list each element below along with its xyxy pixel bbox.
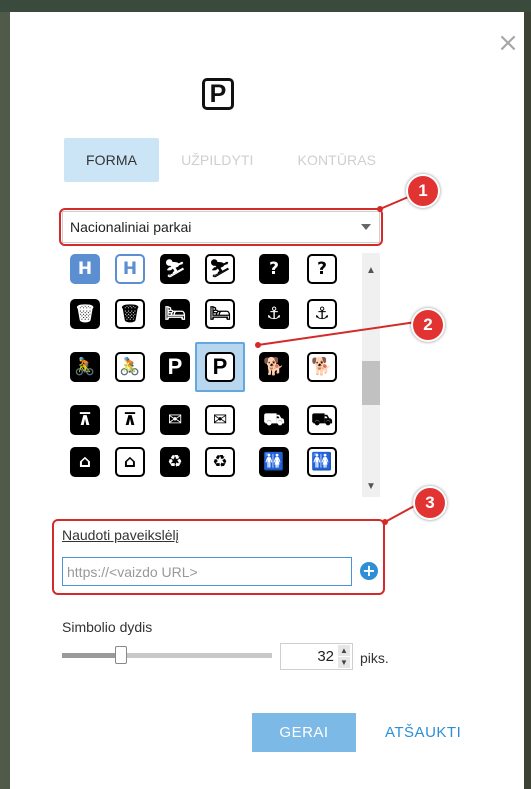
icon-option[interactable]: ✉ xyxy=(159,404,191,436)
slider-thumb[interactable] xyxy=(114,646,127,664)
icon-option[interactable]: ⛷ xyxy=(204,253,236,285)
recycling-truck-icon: ⛟ xyxy=(259,405,289,435)
post-office-icon: ✉ xyxy=(160,405,190,435)
ranger-station-outline-icon: ⌂ xyxy=(115,447,145,477)
pets-icon: 🐕 xyxy=(259,352,289,382)
bicycle-trail-icon: 🚴 xyxy=(70,352,100,382)
recycling-icon: ♻ xyxy=(160,447,190,477)
symbol-size-value: 32 xyxy=(317,648,334,665)
anchor-icon: ⚓ xyxy=(259,299,289,329)
callout-badge-3: 3 xyxy=(413,486,447,520)
icon-option[interactable]: ♻ xyxy=(159,446,191,478)
icon-option[interactable]: ⛟ xyxy=(258,404,290,436)
spin-up-icon[interactable]: ▲ xyxy=(338,645,350,656)
icon-option[interactable]: 🗑 xyxy=(114,298,146,330)
icon-option[interactable]: ⛷ xyxy=(159,253,191,285)
icon-option[interactable]: ? xyxy=(258,253,290,285)
icon-option[interactable]: ? xyxy=(306,253,338,285)
icon-option[interactable]: ⛟ xyxy=(306,404,338,436)
hospital-icon: H xyxy=(70,254,100,284)
pets-outline-icon: 🐕 xyxy=(307,352,337,382)
icon-option[interactable]: 🐕 xyxy=(258,351,290,383)
information-icon: ? xyxy=(259,254,289,284)
information-outline-icon: ? xyxy=(307,254,337,284)
icon-option[interactable]: H xyxy=(69,253,101,285)
picnic-table-icon: ⊼ xyxy=(70,405,100,435)
callout-box-use-image xyxy=(52,519,385,595)
scroll-down-icon[interactable]: ▼ xyxy=(362,479,380,495)
size-unit-label: piks. xyxy=(360,650,389,666)
icon-option[interactable]: P xyxy=(195,342,245,392)
icon-option[interactable]: 🛏 xyxy=(204,298,236,330)
slider-fill xyxy=(62,653,121,658)
ranger-station-icon: ⌂ xyxy=(70,447,100,477)
callout-badge-1: 1 xyxy=(406,174,440,208)
icon-option[interactable]: ⚓ xyxy=(306,298,338,330)
trash-can-icon: 🗑 xyxy=(70,299,100,329)
icon-option[interactable]: H xyxy=(114,253,146,285)
icon-option[interactable]: 🐕 xyxy=(306,351,338,383)
icon-option[interactable]: 🚴 xyxy=(69,351,101,383)
symbol-size-slider[interactable] xyxy=(62,653,272,658)
symbol-size-label: Simbolio dydis xyxy=(62,619,153,635)
skiing-outline-icon: ⛷ xyxy=(205,254,235,284)
icon-option[interactable]: 🚻 xyxy=(306,446,338,478)
scroll-up-icon[interactable]: ▲ xyxy=(362,263,380,279)
map-backdrop-left xyxy=(0,12,10,789)
close-icon[interactable]: × xyxy=(497,30,519,56)
symbol-size-spinner[interactable]: 32 ▲ ▼ xyxy=(280,643,353,670)
bicycle-trail-outline-icon: 🚴 xyxy=(115,352,145,382)
restrooms-icon: 🚻 xyxy=(259,447,289,477)
parking-icon: P xyxy=(160,352,190,382)
recycling-truck-outline-icon: ⛟ xyxy=(307,405,337,435)
icon-option[interactable]: ♻ xyxy=(204,446,236,478)
symbol-tabs: FORMA UŽPILDYTI KONTŪRAS xyxy=(64,138,398,182)
lodging-icon: 🛏 xyxy=(160,299,190,329)
tab-forma[interactable]: FORMA xyxy=(64,138,160,182)
picnic-table-outline-icon: ⊼ xyxy=(115,405,145,435)
skiing-icon: ⛷ xyxy=(160,254,190,284)
map-backdrop-top xyxy=(0,0,531,12)
tab-uzpildyti[interactable]: UŽPILDYTI xyxy=(159,138,275,182)
icon-option[interactable]: ⊼ xyxy=(114,404,146,436)
map-backdrop-right xyxy=(524,12,531,789)
icon-option[interactable]: ✉ xyxy=(204,404,236,436)
icon-option[interactable]: ⌂ xyxy=(69,446,101,478)
callout-box-category xyxy=(59,208,383,246)
recycling-outline-icon: ♻ xyxy=(205,447,235,477)
icon-grid: H H ⛷ ⛷?? 🗑 🗑 🛏 🛏 ⚓ ⚓ 🚴 🚴 P P 🐕 🐕 ⊼ ⊼ ✉ ✉ ⛟ ⛟ ⌂ ⌂ ♻ ♻ 🚻 🚻 xyxy=(62,253,380,497)
trash-can-outline-icon: 🗑 xyxy=(115,299,145,329)
restrooms-outline-icon: 🚻 xyxy=(307,447,337,477)
icon-grid-scrollbar[interactable]: ▲ ▼ xyxy=(362,253,380,497)
icon-option[interactable]: P xyxy=(159,351,191,383)
hospital-outline-icon: H xyxy=(115,254,145,284)
anchor-outline-icon: ⚓ xyxy=(307,299,337,329)
post-office-outline-icon: ✉ xyxy=(205,405,235,435)
spin-down-icon[interactable]: ▼ xyxy=(338,657,350,668)
icon-option[interactable]: 🗑 xyxy=(69,298,101,330)
icon-option[interactable]: ⊼ xyxy=(69,404,101,436)
scrollbar-thumb[interactable] xyxy=(362,361,380,405)
cancel-button[interactable]: ATŠAUKTI xyxy=(385,713,461,752)
icon-option[interactable]: 🚴 xyxy=(114,351,146,383)
callout-badge-2: 2 xyxy=(411,308,445,342)
lodging-outline-icon: 🛏 xyxy=(205,299,235,329)
tab-konturas[interactable]: KONTŪRAS xyxy=(276,138,399,182)
icon-option[interactable]: ⚓ xyxy=(258,298,290,330)
symbol-preview: P xyxy=(202,78,234,110)
parking-outline-icon: P xyxy=(205,352,235,382)
icon-option[interactable]: 🛏 xyxy=(159,298,191,330)
icon-option[interactable]: ⌂ xyxy=(114,446,146,478)
ok-button[interactable]: GERAI xyxy=(252,713,356,752)
icon-option[interactable]: 🚻 xyxy=(258,446,290,478)
